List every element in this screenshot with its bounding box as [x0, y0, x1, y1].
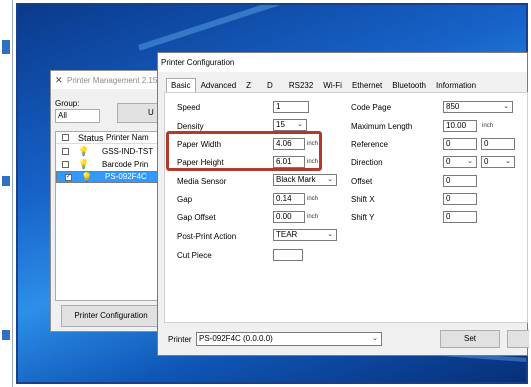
left-window-edge	[0, 0, 13, 387]
shift-y-field[interactable]: 0	[443, 211, 477, 223]
tab-wifi[interactable]: Wi-Fi	[318, 78, 347, 92]
chevron-down-icon: ⌄	[327, 176, 333, 183]
tab-rs232[interactable]: RS232	[284, 78, 318, 92]
group-label: Group:	[55, 99, 80, 108]
media-sensor-select[interactable]: Black Mark ⌄	[273, 174, 337, 186]
printer-select-value: PS-092F4C (0.0.0.0)	[199, 334, 273, 343]
extra-button[interactable]	[507, 330, 529, 348]
shift-x-field[interactable]: 0	[443, 193, 477, 205]
chevron-down-icon: ⌄	[297, 121, 303, 128]
reference-x-field[interactable]: 0	[443, 138, 477, 150]
reference-label: Reference	[351, 140, 388, 149]
code-page-value: 850	[446, 102, 460, 111]
printer-row-name: PS-092F4C	[105, 172, 147, 181]
printer-configuration-button[interactable]: Printer Configuration	[61, 305, 161, 327]
status-bulb-icon: 💡	[81, 172, 93, 182]
chevron-down-icon: ⌄	[505, 158, 511, 165]
status-bulb-icon: 💡	[78, 145, 90, 156]
density-select[interactable]: 15 ⌄	[273, 119, 307, 131]
shift-y-label: Shift Y	[351, 213, 375, 222]
chevron-down-icon: ⌄	[503, 103, 509, 110]
tab-information[interactable]: Information	[431, 78, 481, 92]
basic-settings-panel: Speed 1 Density 15 ⌄ Paper Width 4.06 in…	[164, 92, 528, 323]
printer-row-name: GSS-IND-TST	[102, 146, 154, 156]
status-column-header[interactable]: Status	[78, 133, 106, 143]
post-print-action-label: Post-Print Action	[177, 232, 237, 241]
speed-label: Speed	[177, 103, 201, 112]
post-print-action-value: TEAR	[276, 230, 298, 239]
tab-ethernet[interactable]: Ethernet	[347, 78, 387, 92]
post-print-action-select[interactable]: TEAR ⌄	[273, 229, 337, 241]
printer-row-checkbox-checked[interactable]: ✓	[65, 173, 72, 181]
printer-name-column-header[interactable]: Printer Nam	[106, 133, 149, 142]
printer-configuration-window: Printer Configuration Basic Advanced Z D…	[157, 52, 529, 356]
chevron-down-icon: ⌄	[372, 335, 378, 342]
gap-offset-label: Gap Offset	[177, 213, 216, 222]
cut-piece-label: Cut Piece	[177, 251, 212, 260]
cut-piece-field[interactable]	[273, 249, 303, 261]
density-label: Density	[177, 122, 204, 131]
set-button[interactable]: Set	[440, 330, 500, 348]
tab-d[interactable]: D	[256, 78, 284, 92]
density-value: 15	[276, 120, 285, 129]
chevron-down-icon: ⌄	[327, 231, 333, 238]
speed-field[interactable]: 1	[273, 101, 309, 113]
code-page-select[interactable]: 850 ⌄	[443, 101, 513, 113]
direction-select-b[interactable]: 0 ⌄	[481, 156, 515, 168]
tab-basic[interactable]: Basic	[166, 78, 196, 93]
app-logo-icon: ✕	[55, 74, 63, 85]
printer-configuration-title: Printer Configuration	[161, 58, 235, 67]
printer-configuration-titlebar[interactable]: Printer Configuration	[158, 53, 527, 72]
maximum-length-label: Maximum Length	[351, 122, 413, 131]
printer-label: Printer	[168, 335, 192, 344]
reference-y-field[interactable]: 0	[481, 138, 515, 150]
config-bottom-bar: Printer PS-092F4C (0.0.0.0) ⌄ Set	[158, 326, 529, 356]
printer-row-checkbox[interactable]	[62, 147, 69, 155]
offset-field[interactable]: 0	[443, 175, 477, 187]
gap-label: Gap	[177, 195, 193, 204]
gap-offset-field[interactable]: 0.00	[273, 211, 305, 223]
direction-a-value: 0	[446, 157, 451, 166]
direction-b-value: 0	[484, 157, 489, 166]
media-sensor-value: Black Mark	[276, 175, 316, 184]
printer-row-checkbox[interactable]	[62, 160, 69, 168]
screenshot-stage: ✕ Printer Management 2.15 Group: All U S…	[0, 0, 531, 387]
code-page-label: Code Page	[351, 103, 392, 112]
media-sensor-label: Media Sensor	[177, 177, 227, 186]
gap-field[interactable]: 0.14	[273, 193, 305, 205]
offset-label: Offset	[351, 177, 373, 186]
select-all-checkbox[interactable]	[62, 134, 69, 141]
direction-select-a[interactable]: 0 ⌄	[443, 156, 477, 168]
printer-row-name: Barcode Prin	[102, 159, 149, 169]
tab-z[interactable]: Z	[241, 78, 256, 92]
maximum-length-unit: inch	[482, 123, 494, 129]
direction-label: Direction	[351, 158, 383, 167]
shift-x-label: Shift X	[351, 195, 375, 204]
gap-offset-unit: inch	[307, 214, 319, 220]
maximum-length-field[interactable]: 10.00	[443, 120, 477, 132]
tab-advanced[interactable]: Advanced	[196, 78, 242, 92]
chevron-down-icon: ⌄	[467, 158, 473, 165]
tab-bluetooth[interactable]: Bluetooth	[387, 78, 431, 92]
printer-select[interactable]: PS-092F4C (0.0.0.0) ⌄	[196, 332, 382, 346]
printer-management-title: Printer Management 2.15	[67, 75, 158, 85]
gap-unit: inch	[307, 196, 319, 202]
paper-size-highlight	[166, 131, 322, 171]
config-tabs: Basic Advanced Z D RS232 Wi-Fi Ethernet …	[166, 78, 481, 93]
status-bulb-icon: 💡	[78, 158, 90, 169]
group-select[interactable]: All	[55, 109, 100, 123]
